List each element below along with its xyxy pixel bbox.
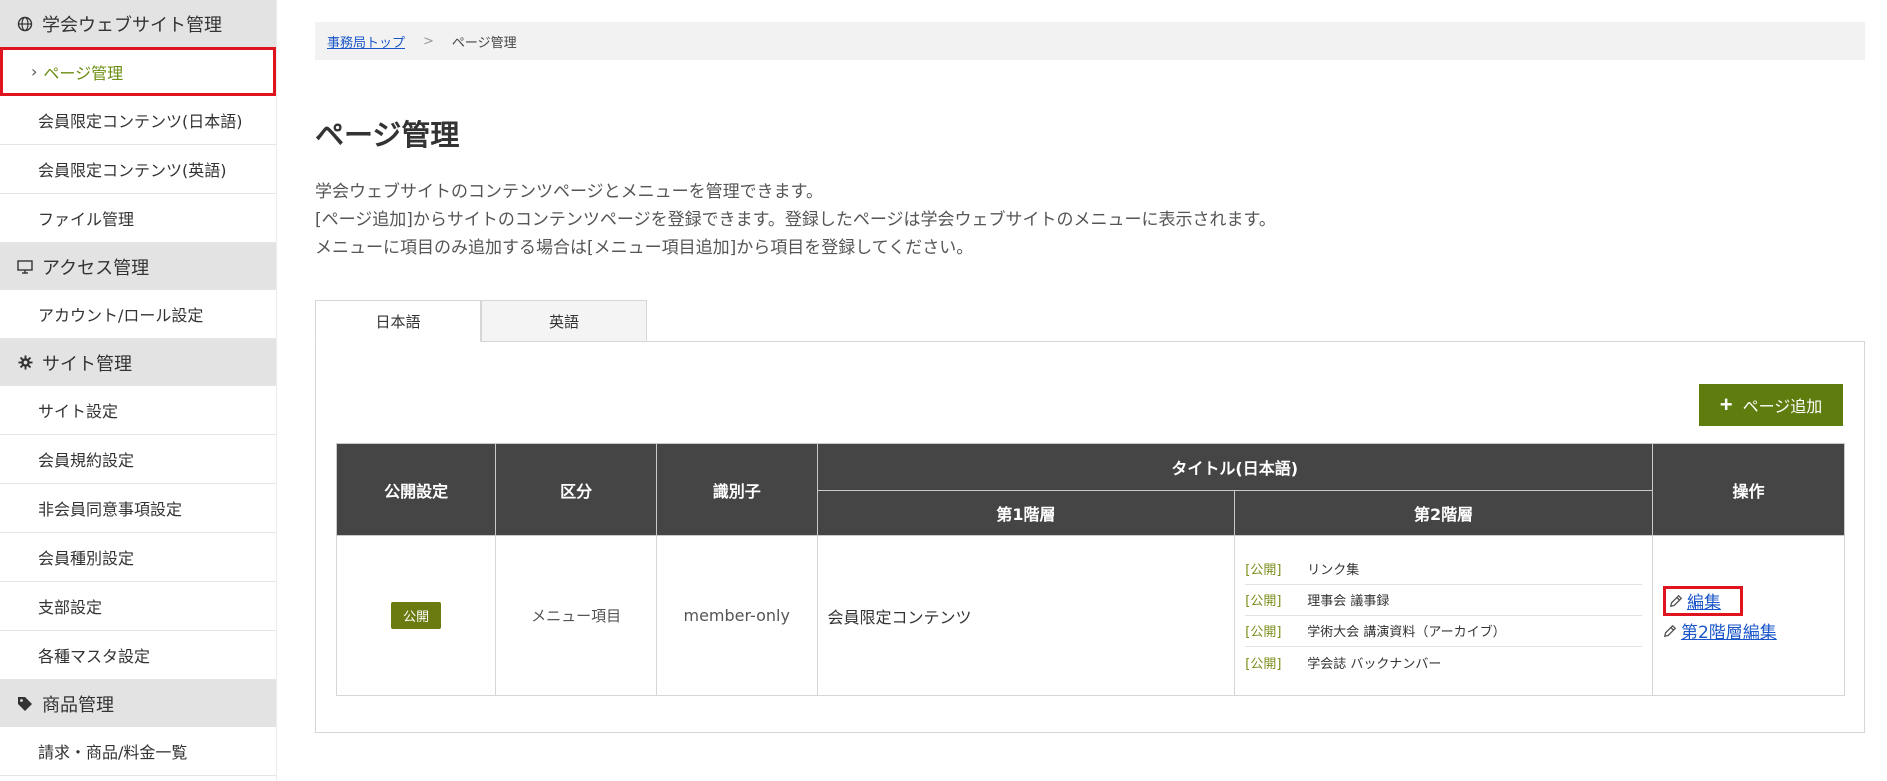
list-item: [公開] 学術大会 講演資料（アーカイブ） — [1245, 616, 1642, 647]
table-row: 公開 メニュー項目 member-only 会員限定コンテンツ [公開] リンク… — [335, 535, 1846, 696]
sub-title: 学術大会 講演資料（アーカイブ） — [1307, 625, 1506, 640]
page-description: 学会ウェブサイトのコンテンツページとメニューを管理できます。 [ページ追加]から… — [315, 178, 1276, 262]
cell-level1: 会員限定コンテンツ — [816, 535, 1236, 696]
sidebar-item-member-content-ja[interactable]: 会員限定コンテンツ(日本語) — [0, 96, 276, 145]
sidebar-item-label: 各種マスタ設定 — [38, 647, 151, 666]
list-item: [公開] 理事会 議事録 — [1245, 585, 1642, 616]
description-line: 学会ウェブサイトのコンテンツページとメニューを管理できます。 — [315, 182, 823, 202]
sub-title: リンク集 — [1307, 563, 1360, 578]
sidebar-item-billing-products[interactable]: 請求・商品/料金一覧 — [0, 727, 276, 776]
sidebar-category-label: 学会ウェブサイト管理 — [42, 14, 222, 36]
description-line: メニューに項目のみ追加する場合は[メニュー項目追加]から項目を登録してください。 — [315, 238, 974, 258]
breadcrumb-separator: > — [423, 33, 434, 49]
edit-link[interactable]: 編集 — [1662, 585, 1743, 616]
sidebar-item-label: サイト設定 — [38, 402, 119, 421]
edit-link-label: 編集 — [1686, 593, 1721, 613]
level2-list: [公開] リンク集 [公開] 理事会 議事録 [公開] 学術大会 講演資料（アー… — [1235, 554, 1652, 678]
sidebar-category-label: サイト管理 — [42, 353, 132, 375]
header-level1: 第1階層 — [816, 490, 1236, 536]
sub-status: [公開] — [1245, 594, 1282, 609]
sidebar-item-label: 会員種別設定 — [38, 549, 135, 568]
chevron-right-icon: › — [31, 62, 38, 81]
breadcrumb-current: ページ管理 — [451, 35, 517, 51]
cell-identifier: member-only — [655, 535, 818, 696]
description-line: [ページ追加]からサイトのコンテンツページを登録できます。登録したページは学会ウ… — [315, 210, 1276, 230]
tab-panel: + ページ追加 公開設定 区分 識別子 タイトル(日本語) 操作 第1階層 第2… — [315, 341, 1865, 733]
sub-status: [公開] — [1245, 656, 1282, 672]
sidebar-item-member-types[interactable]: 会員種別設定 — [0, 533, 276, 582]
page-title: ページ管理 — [315, 118, 460, 152]
main-content: 事務局トップ > ページ管理 ページ管理 学会ウェブサイトのコンテンツページとメ… — [276, 0, 1887, 781]
header-title: タイトル(日本語) — [816, 443, 1653, 491]
sidebar-item-site-settings[interactable]: サイト設定 — [0, 386, 276, 435]
sidebar-item-label: ページ管理 — [43, 63, 124, 83]
tab-english[interactable]: 英語 — [481, 300, 647, 342]
tab-japanese[interactable]: 日本語 — [315, 300, 481, 342]
tag-icon — [14, 696, 36, 712]
sidebar-item-member-terms[interactable]: 会員規約設定 — [0, 435, 276, 484]
cell-category: メニュー項目 — [495, 535, 657, 696]
sub-title: 学会誌 バックナンバー — [1307, 656, 1442, 672]
monitor-icon — [14, 259, 36, 275]
language-tabs: 日本語 英語 — [315, 300, 647, 342]
sidebar-item-member-content-en[interactable]: 会員限定コンテンツ(英語) — [0, 145, 276, 194]
sidebar-item-account-role[interactable]: アカウント/ロール設定 — [0, 290, 276, 339]
add-page-button[interactable]: + ページ追加 — [1699, 384, 1843, 426]
header-identifier: 識別子 — [655, 443, 818, 536]
header-publish: 公開設定 — [335, 443, 497, 536]
sidebar-item-label: 支部設定 — [38, 598, 103, 617]
edit-level2-link[interactable]: 第2階層編集 — [1663, 616, 1844, 646]
cell-status: 公開 — [335, 535, 497, 696]
sidebar-item-label: 会員限定コンテンツ(日本語) — [38, 112, 243, 131]
gear-icon — [14, 355, 36, 370]
header-level2: 第2階層 — [1234, 490, 1653, 536]
sidebar: 学会ウェブサイト管理 › ページ管理 会員限定コンテンツ(日本語) 会員限定コン… — [0, 0, 276, 781]
actions-group: 編集 第2階層編集 — [1653, 585, 1844, 646]
breadcrumb: 事務局トップ > ページ管理 — [315, 22, 1865, 60]
sidebar-category-label: 商品管理 — [42, 694, 114, 716]
sub-status: [公開] — [1245, 563, 1282, 578]
list-item: [公開] 学会誌 バックナンバー — [1245, 647, 1642, 678]
sidebar-item-label: 会員規約設定 — [38, 451, 135, 470]
header-category: 区分 — [495, 443, 657, 536]
sidebar-category-site[interactable]: サイト管理 — [0, 339, 276, 386]
cell-level2: [公開] リンク集 [公開] 理事会 議事録 [公開] 学術大会 講演資料（アー… — [1234, 535, 1653, 696]
sidebar-item-label: 非会員同意事項設定 — [38, 500, 183, 519]
sidebar-item-label: 請求・商品/料金一覧 — [38, 743, 188, 762]
list-item: [公開] リンク集 — [1245, 554, 1642, 585]
sidebar-category-access[interactable]: アクセス管理 — [0, 243, 276, 290]
status-badge: 公開 — [391, 602, 442, 629]
sub-title: 理事会 議事録 — [1307, 594, 1390, 609]
header-actions: 操作 — [1651, 443, 1846, 536]
cell-actions: 編集 第2階層編集 — [1651, 535, 1846, 696]
sidebar-item-label: 会員限定コンテンツ(英語) — [38, 161, 227, 180]
pencil-icon — [1663, 624, 1677, 638]
sidebar-item-label: ファイル管理 — [38, 210, 135, 229]
sidebar-item-page-management[interactable]: › ページ管理 — [0, 47, 276, 96]
sidebar-item-master-settings[interactable]: 各種マスタ設定 — [0, 631, 276, 680]
page-table: 公開設定 区分 識別子 タイトル(日本語) 操作 第1階層 第2階層 公開 メニ… — [335, 443, 1846, 696]
sidebar-item-nonmember-consent[interactable]: 非会員同意事項設定 — [0, 484, 276, 533]
sidebar-item-label: アカウント/ロール設定 — [38, 306, 204, 325]
globe-icon — [14, 16, 36, 32]
add-page-label: ページ追加 — [1742, 399, 1823, 416]
sidebar-item-branch-settings[interactable]: 支部設定 — [0, 582, 276, 631]
plus-icon: + — [1719, 392, 1733, 417]
sidebar-category-products[interactable]: 商品管理 — [0, 680, 276, 727]
edit-level2-label: 第2階層編集 — [1680, 623, 1777, 643]
pencil-icon — [1669, 594, 1683, 608]
sidebar-item-file-management[interactable]: ファイル管理 — [0, 194, 276, 243]
sub-status: [公開] — [1245, 625, 1282, 640]
sidebar-category-website[interactable]: 学会ウェブサイト管理 — [0, 0, 276, 47]
breadcrumb-home-link[interactable]: 事務局トップ — [327, 32, 405, 51]
sidebar-category-label: アクセス管理 — [42, 257, 150, 279]
